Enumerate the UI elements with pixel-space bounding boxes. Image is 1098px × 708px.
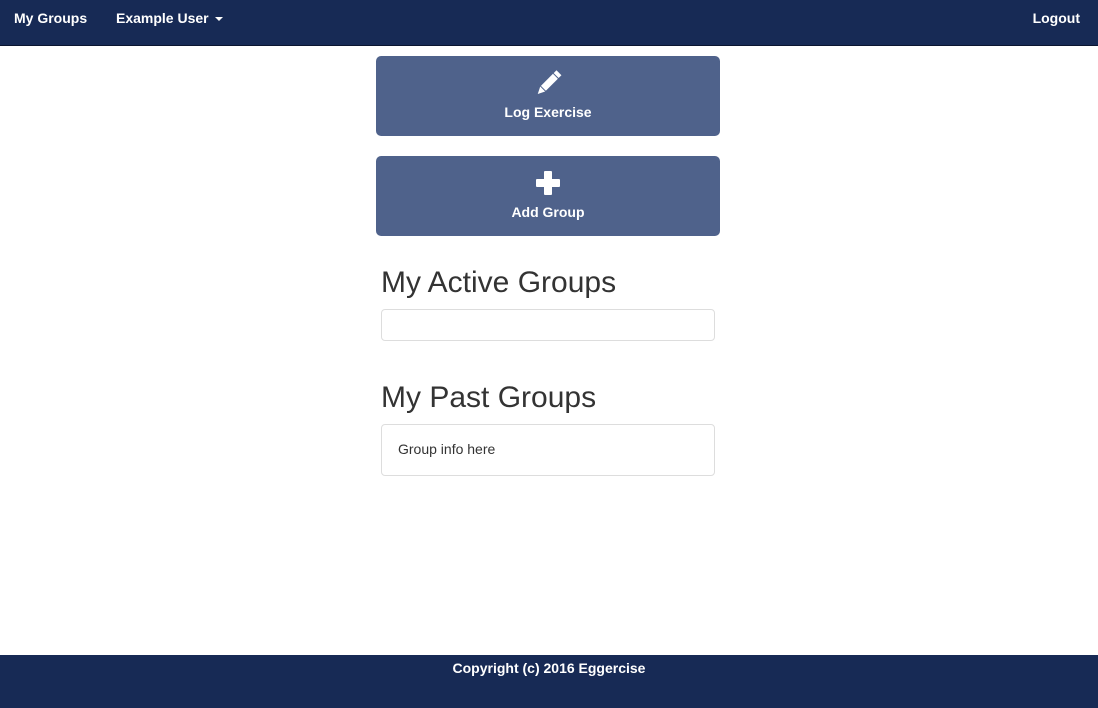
nav-my-groups-link[interactable]: My Groups xyxy=(14,0,87,36)
add-group-button[interactable]: Add Group xyxy=(376,156,720,236)
user-menu-label: Example User xyxy=(116,10,209,26)
plus-icon xyxy=(536,171,560,195)
log-exercise-button[interactable]: Log Exercise xyxy=(376,56,720,136)
caret-down-icon xyxy=(214,17,223,22)
pencil-icon xyxy=(537,70,562,94)
active-groups-panel xyxy=(381,309,715,341)
past-group-text: Group info here xyxy=(398,441,496,457)
main-content: Log Exercise Add Group My Active Groups … xyxy=(0,46,1098,655)
footer-copyright: Copyright (c) 2016 Eggercise xyxy=(452,660,646,676)
add-group-label: Add Group xyxy=(511,204,585,220)
footer: Copyright (c) 2016 Eggercise xyxy=(0,655,1098,708)
logout-link[interactable]: Logout xyxy=(1033,0,1080,36)
past-group-item[interactable]: Group info here xyxy=(381,424,715,476)
log-exercise-label: Log Exercise xyxy=(504,104,592,120)
active-groups-title: My Active Groups xyxy=(381,266,617,299)
top-navbar: My Groups Example User Logout xyxy=(0,0,1098,46)
past-groups-title: My Past Groups xyxy=(381,381,597,414)
user-menu-dropdown[interactable]: Example User xyxy=(116,0,223,36)
